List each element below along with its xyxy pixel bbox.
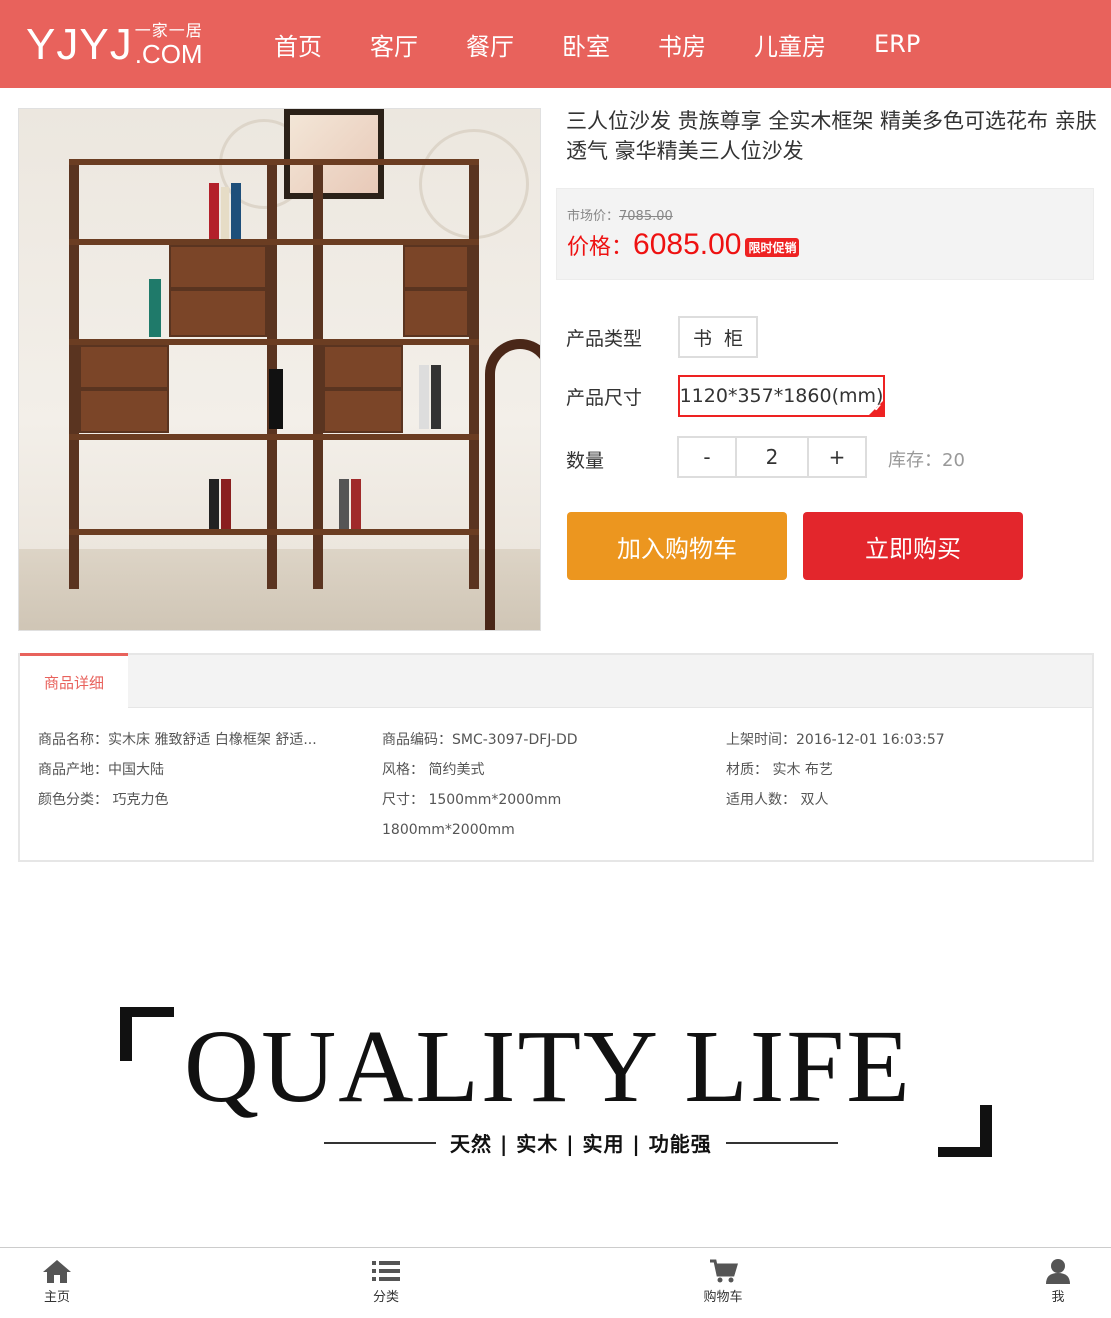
detail-name: 商品名称：实木床 雅致舒适 白橡框架 舒适... <box>38 732 317 748</box>
list-icon <box>372 1261 400 1281</box>
bottom-nav-me[interactable]: 我 <box>1018 1258 1098 1305</box>
product-title: 三人位沙发 贵族尊享 全实木框架 精美多色可选花布 亲肤透气 豪华精美三人位沙发 <box>566 109 1097 163</box>
home-icon <box>43 1260 71 1283</box>
checkmark-icon: ✔ <box>873 403 882 414</box>
detail-color: 颜色分类： 巧克力色 <box>38 792 169 808</box>
nav-erp[interactable]: ERP <box>850 30 944 58</box>
nav-study[interactable]: 书房 <box>634 27 730 62</box>
price-value: 6085.00 <box>633 228 742 261</box>
bottom-nav-home[interactable]: 主页 <box>17 1258 97 1305</box>
quantity-stepper: - 2 + <box>677 436 867 478</box>
product-detail-panel: 商品详细 商品名称：实木床 雅致舒适 白橡框架 舒适... 商品产地：中国大陆 … <box>18 653 1094 862</box>
quantity-increase-button[interactable]: + <box>809 438 865 476</box>
logo-text: YJYJ <box>26 20 133 69</box>
cart-icon <box>710 1259 738 1283</box>
site-logo[interactable]: YJYJ 一家一居 .COM <box>26 20 203 70</box>
quantity-label: 数量 <box>566 450 605 472</box>
bottom-nav-cart[interactable]: 购物车 <box>683 1258 763 1305</box>
product-type-option[interactable]: 书 柜 <box>678 316 758 358</box>
add-to-cart-button[interactable]: 加入购物车 <box>567 512 787 580</box>
market-price: 市场价：7085.00 <box>567 209 673 224</box>
product-size-label: 产品尺寸 <box>566 387 643 409</box>
top-header: YJYJ 一家一居 .COM 首页 客厅 餐厅 卧室 书房 儿童房 ERP <box>0 0 1111 88</box>
detail-size-alt: 1800mm*2000mm <box>382 822 515 838</box>
detail-style: 风格： 简约美式 <box>382 762 485 778</box>
detail-column-1: 商品名称：实木床 雅致舒适 白橡框架 舒适... 商品产地：中国大陆 颜色分类：… <box>38 725 317 815</box>
quantity-decrease-button[interactable]: - <box>679 438 735 476</box>
size-value: 1120*357*1860(mm) <box>679 385 884 407</box>
detail-occupancy: 适用人数： 双人 <box>726 792 829 808</box>
detail-material: 材质： 实木 布艺 <box>726 762 833 778</box>
corner-bracket-top-left <box>120 1007 174 1061</box>
bookshelf-illustration <box>69 159 479 589</box>
corner-bracket-bottom-right <box>938 1105 992 1157</box>
detail-code: 商品编码：SMC-3097-DFJ-DD <box>382 732 578 748</box>
stock-count: 库存：20 <box>888 450 965 471</box>
chair-illustration <box>485 339 540 630</box>
detail-origin: 商品产地：中国大陆 <box>38 762 164 778</box>
user-icon <box>1046 1259 1070 1284</box>
nav-kids-room[interactable]: 儿童房 <box>730 27 850 62</box>
market-price-value: 7085.00 <box>619 209 673 224</box>
quality-life-banner: QUALITY LIFE 天然 | 实木 | 实用 | 功能强 <box>120 1005 1000 1165</box>
bottom-nav-bar: 主页 分类 购物车 我 <box>0 1247 1111 1318</box>
detail-size: 尺寸： 1500mm*2000mm <box>382 792 562 808</box>
tab-product-detail[interactable]: 商品详细 <box>20 653 128 708</box>
sale-price: 价格： 6085.00 限时促销 <box>567 227 800 263</box>
main-nav: 首页 客厅 餐厅 卧室 书房 儿童房 ERP <box>250 0 944 88</box>
nav-bedroom[interactable]: 卧室 <box>538 27 634 62</box>
banner-subtitle: 天然 | 实木 | 实用 | 功能强 <box>310 1128 852 1157</box>
nav-living-room[interactable]: 客厅 <box>346 27 442 62</box>
logo-com-text: .COM <box>134 39 203 69</box>
product-image[interactable] <box>18 108 541 631</box>
price-label: 价格： <box>567 235 634 260</box>
detail-column-2: 商品编码：SMC-3097-DFJ-DD 风格： 简约美式 尺寸： 1500mm… <box>382 725 578 845</box>
bottom-nav-category[interactable]: 分类 <box>346 1258 426 1305</box>
product-type-label: 产品类型 <box>566 328 643 350</box>
promo-badge: 限时促销 <box>745 238 800 257</box>
price-box: 市场价：7085.00 价格： 6085.00 限时促销 <box>556 188 1094 280</box>
buy-now-button[interactable]: 立即购买 <box>803 512 1023 580</box>
banner-title: QUALITY LIFE <box>184 1009 912 1124</box>
quantity-input[interactable]: 2 <box>735 438 809 476</box>
logo-cn-text: 一家一居 <box>134 21 203 40</box>
detail-listed-time: 上架时间：2016-12-01 16:03:57 <box>726 732 945 748</box>
nav-home[interactable]: 首页 <box>250 27 346 62</box>
nav-dining-room[interactable]: 餐厅 <box>442 27 538 62</box>
detail-column-3: 上架时间：2016-12-01 16:03:57 材质： 实木 布艺 适用人数：… <box>726 725 945 815</box>
product-size-option[interactable]: 1120*357*1860(mm) ✔ <box>678 375 885 417</box>
